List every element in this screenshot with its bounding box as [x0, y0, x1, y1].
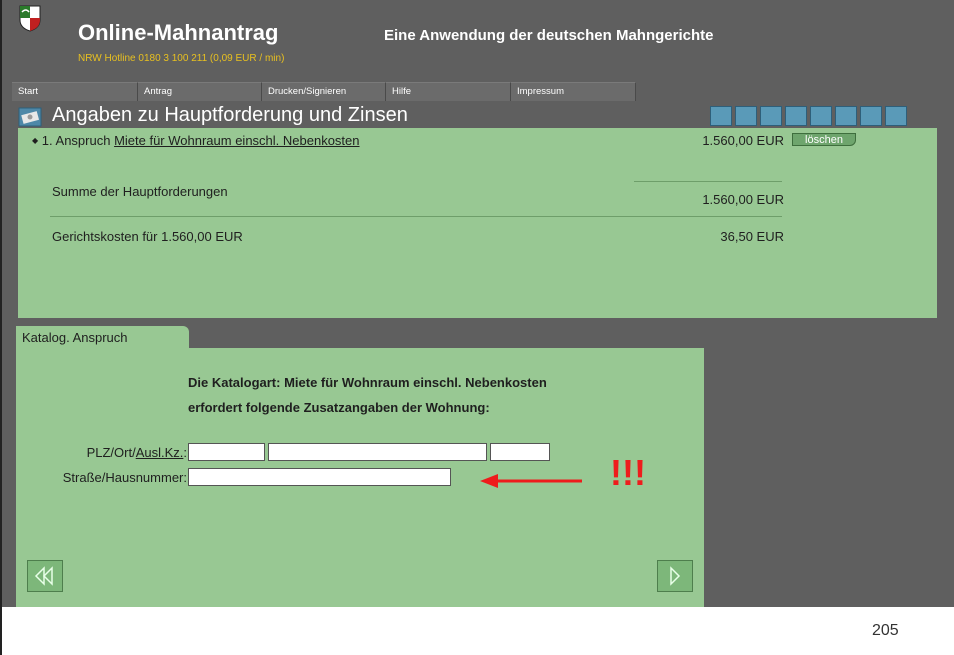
court-costs-label: Gerichtskosten für 1.560,00 EUR: [52, 229, 243, 244]
coins-icon[interactable]: [810, 106, 832, 126]
claim-item: ◆ 1. Anspruch Miete für Wohnraum einschl…: [32, 133, 360, 148]
menu-item-drucken-signieren[interactable]: Drucken/Signieren: [262, 82, 386, 101]
street-input[interactable]: [188, 468, 451, 486]
page-number: 205: [872, 622, 899, 639]
street-label: Straße/Hausnummer:: [62, 470, 187, 485]
claim-amount: 1.560,00 EUR: [702, 133, 784, 148]
application-window: Online-Mahnantrag Eine Anwendung der deu…: [2, 0, 954, 607]
person-blue-icon[interactable]: [735, 106, 757, 126]
app-title: Online-Mahnantrag: [78, 20, 279, 45]
ort-input[interactable]: [268, 443, 487, 461]
divider: [634, 181, 782, 182]
money-icon: [18, 107, 42, 127]
app-subtitle: Eine Anwendung der deutschen Mahngericht…: [384, 27, 714, 44]
divider: [50, 216, 782, 217]
people-icon[interactable]: [710, 106, 732, 126]
next-button[interactable]: [657, 560, 693, 592]
tab-label: Katalog. Anspruch: [22, 330, 128, 345]
money-icon[interactable]: [785, 106, 807, 126]
menu-item-hilfe[interactable]: Hilfe: [386, 82, 511, 101]
delete-button[interactable]: löschen: [792, 133, 856, 146]
nrw-coat-of-arms-icon: [19, 5, 41, 32]
ausl-kz-link[interactable]: Ausl.Kz.: [136, 445, 184, 460]
menu-bar: Start Antrag Drucken/Signieren Hilfe Imp…: [12, 82, 636, 101]
menu-item-antrag[interactable]: Antrag: [138, 82, 262, 101]
person-purple-icon[interactable]: [760, 106, 782, 126]
section-title: Angaben zu Hauptforderung und Zinsen: [52, 104, 408, 126]
claim-prefix: 1. Anspruch: [41, 133, 111, 148]
save-icon[interactable]: [885, 106, 907, 126]
bullet-icon: ◆: [32, 136, 39, 145]
double-arrow-left-icon: [34, 566, 53, 586]
menu-item-start[interactable]: Start: [12, 82, 138, 101]
sum-amount: 1.560,00 EUR: [702, 192, 784, 207]
back-button[interactable]: [27, 560, 63, 592]
list-icon[interactable]: [835, 106, 857, 126]
hotline-text: NRW Hotline 0180 3 100 211 (0,09 EUR / m…: [78, 53, 285, 64]
menu-item-impressum[interactable]: Impressum: [511, 82, 636, 101]
annotation-arrow-icon: [480, 474, 582, 488]
document-icon[interactable]: [860, 106, 882, 126]
annotation-exclamation: !!!: [610, 452, 646, 493]
info-text-line1: Die Katalogart: Miete für Wohnraum einsc…: [188, 375, 547, 390]
arrow-right-icon: [670, 566, 681, 586]
claim-link[interactable]: Miete für Wohnraum einschl. Nebenkosten: [114, 133, 359, 148]
sum-label: Summe der Hauptforderungen: [52, 184, 228, 199]
tab-panel: Die Katalogart: Miete für Wohnraum einsc…: [16, 348, 704, 607]
ausl-kz-input[interactable]: [490, 443, 550, 461]
plz-ort-label: PLZ/Ort/Ausl.Kz.:: [86, 445, 187, 460]
info-text-line2: erfordert folgende Zusatzangaben der Woh…: [188, 400, 490, 415]
court-costs-amount: 36,50 EUR: [720, 229, 784, 244]
plz-input[interactable]: [188, 443, 265, 461]
toolbar: [710, 106, 907, 126]
claims-panel: ◆ 1. Anspruch Miete für Wohnraum einschl…: [18, 128, 937, 318]
